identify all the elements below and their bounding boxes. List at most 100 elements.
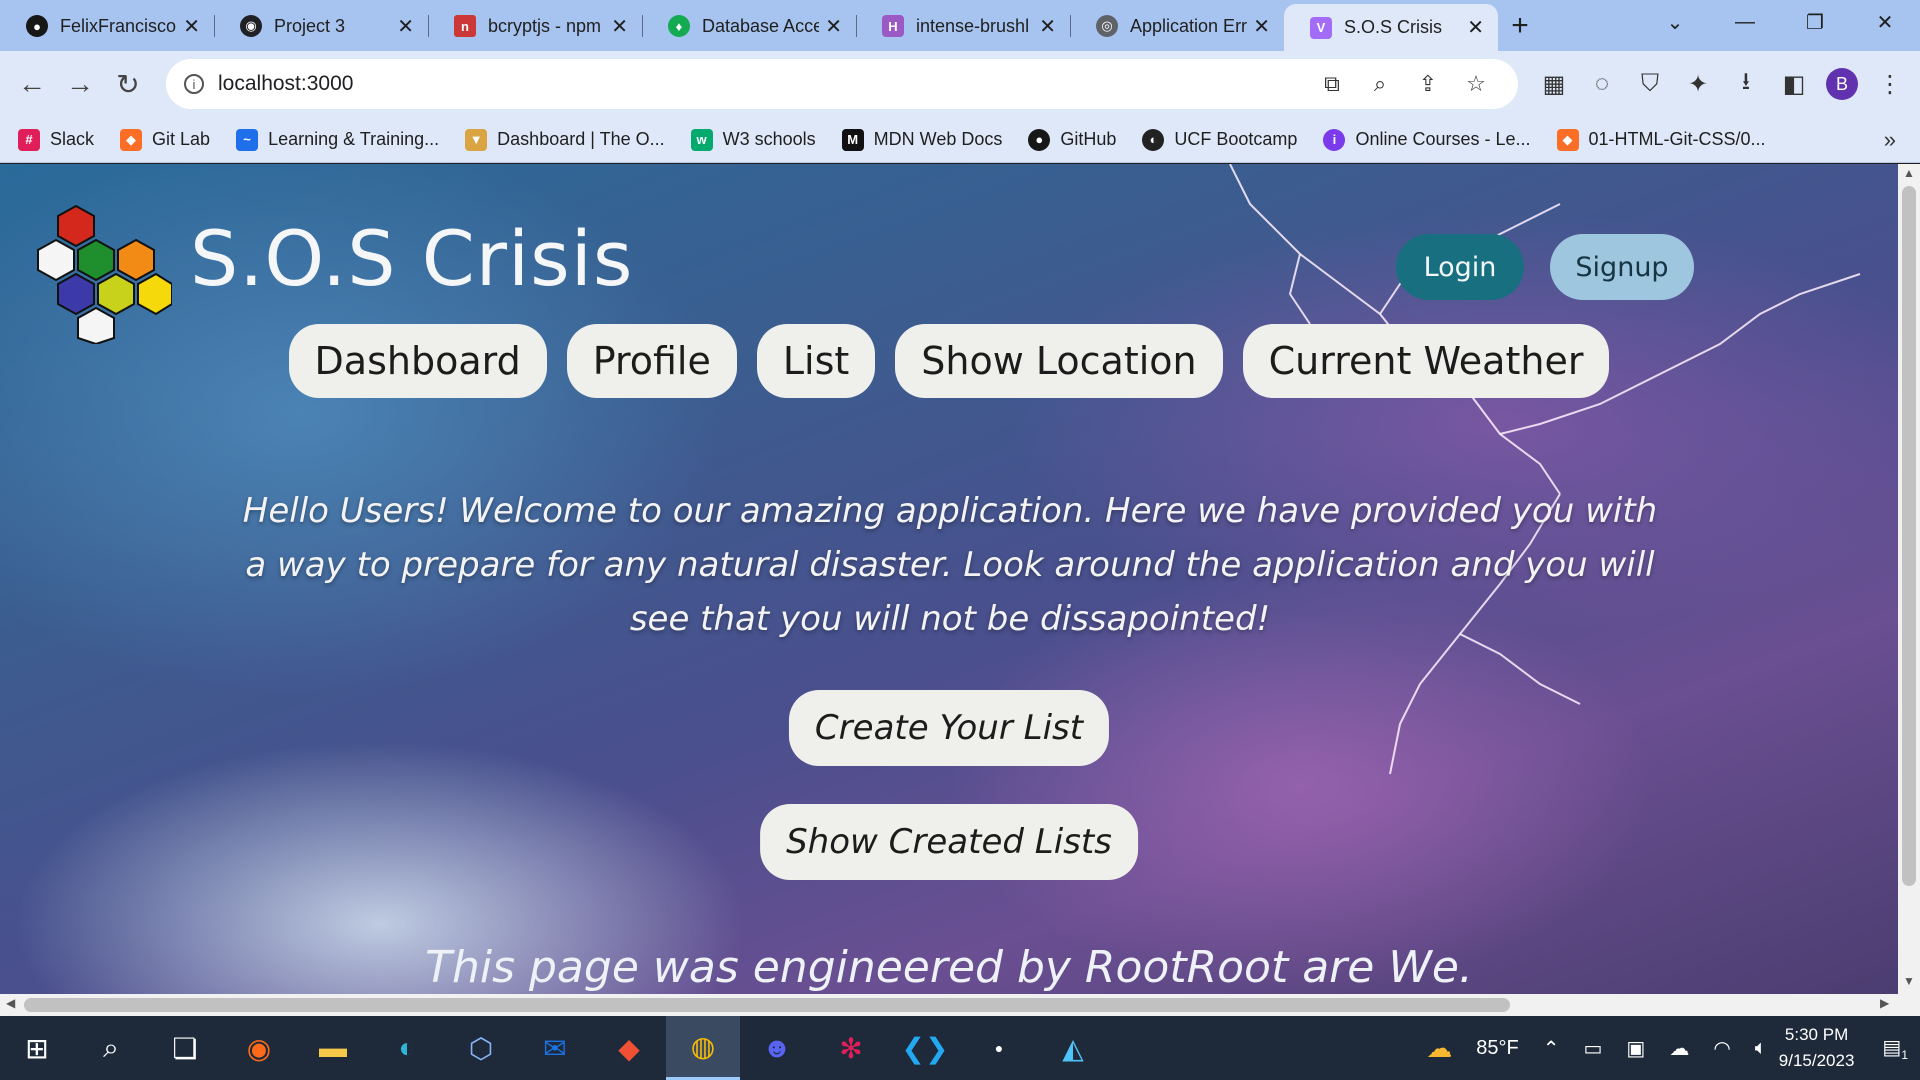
- nav-profile[interactable]: Profile: [566, 324, 737, 398]
- restore-button[interactable]: ❐: [1780, 0, 1850, 44]
- minimize-button[interactable]: —: [1710, 0, 1780, 44]
- tab-bcryptjs[interactable]: n bcryptjs - npm ✕: [428, 5, 642, 47]
- share-icon[interactable]: ⇪: [1404, 71, 1452, 97]
- virtualbox-icon[interactable]: ⬡: [444, 1016, 518, 1080]
- scroll-up-icon[interactable]: ▲: [1898, 166, 1920, 180]
- wifi-icon[interactable]: ◠: [1713, 1036, 1730, 1061]
- paint-icon[interactable]: ◭: [1036, 1016, 1110, 1080]
- bookmark-star-icon[interactable]: ☆: [1452, 71, 1500, 97]
- close-icon[interactable]: ✕: [183, 14, 200, 39]
- git-icon[interactable]: ◆: [592, 1016, 666, 1080]
- tab-title: Project 3: [274, 15, 346, 36]
- task-view-icon[interactable]: ❏: [148, 1016, 222, 1080]
- bookmark-github[interactable]: ● GitHub: [1028, 128, 1116, 151]
- bookmark-label: W3 schools: [722, 129, 816, 149]
- chrome-icon[interactable]: ◍: [666, 1016, 740, 1080]
- nav-current-weather[interactable]: Current Weather: [1242, 324, 1610, 398]
- start-icon[interactable]: ⊞: [0, 1016, 74, 1080]
- site-info-icon[interactable]: i: [184, 74, 204, 94]
- new-tab-button[interactable]: +: [1498, 5, 1542, 47]
- tab-database-access[interactable]: ♦ Database Acce ✕: [642, 5, 856, 47]
- nav-list[interactable]: List: [756, 324, 876, 398]
- reload-button[interactable]: ↻: [104, 68, 152, 101]
- close-icon[interactable]: ✕: [1253, 14, 1270, 39]
- close-icon[interactable]: ✕: [1039, 14, 1056, 39]
- weather-icon[interactable]: ☁: [1426, 1033, 1452, 1064]
- close-icon[interactable]: ✕: [825, 14, 842, 39]
- discord-icon[interactable]: ☻: [740, 1016, 814, 1080]
- volume-icon[interactable]: 🔈︎: [1755, 1037, 1767, 1060]
- zoom-icon[interactable]: ⌕: [1356, 71, 1404, 97]
- device-icon[interactable]: ▣: [1626, 1036, 1645, 1061]
- downloads-icon[interactable]: ⭳: [1722, 64, 1770, 105]
- file-explorer-icon[interactable]: ▬: [296, 1016, 370, 1080]
- extensions-puzzle-icon[interactable]: ✦: [1674, 70, 1722, 99]
- close-icon[interactable]: ✕: [397, 14, 414, 39]
- clock[interactable]: 5:30 PM 9/15/2023: [1779, 1022, 1855, 1074]
- address-bar[interactable]: i localhost:3000 ⧉ ⌕ ⇪ ☆: [166, 59, 1518, 109]
- tab-application-error[interactable]: ◎ Application Err ✕: [1070, 5, 1284, 47]
- signup-button[interactable]: Signup: [1550, 234, 1694, 300]
- bookmark-ucf[interactable]: ◐ UCF Bootcamp: [1142, 128, 1297, 151]
- open-in-app-icon[interactable]: ⧉: [1308, 71, 1356, 97]
- tab-search-icon[interactable]: ⌄: [1640, 0, 1710, 44]
- tab-strip: ● FelixFrancisco1 ✕ ◉ Project 3 ✕ n bcry…: [0, 0, 1920, 51]
- close-icon[interactable]: ✕: [611, 14, 628, 39]
- system-tray: ☁ 85°F ⌃ ▭ ▣ ☁ ◠ 🔈︎ 5:30 PM 9/15/2023 ▤1: [1414, 1016, 1920, 1080]
- scroll-down-icon[interactable]: ▼: [1898, 974, 1920, 988]
- bookmark-label: 01-HTML-Git-CSS/0...: [1588, 129, 1766, 149]
- nav-dashboard[interactable]: Dashboard: [288, 324, 547, 398]
- extension-calendar-icon[interactable]: ▦: [1530, 70, 1578, 99]
- vertical-scroll-thumb[interactable]: [1902, 186, 1916, 886]
- bookmark-mdn[interactable]: M MDN Web Docs: [841, 128, 1002, 151]
- tab-sos-crisis[interactable]: V S.O.S Crisis ✕: [1284, 4, 1498, 51]
- tab-heroku[interactable]: H intense-brushl ✕: [856, 5, 1070, 47]
- dot-icon[interactable]: ●: [962, 1016, 1036, 1080]
- scroll-left-icon[interactable]: ◀: [6, 996, 15, 1010]
- bookmark-gitlab[interactable]: ◆ Git Lab: [120, 128, 210, 151]
- scroll-right-icon[interactable]: ▶: [1880, 996, 1889, 1010]
- show-lists-button[interactable]: Show Created Lists: [760, 804, 1138, 880]
- more-bookmarks-icon[interactable]: »: [1884, 127, 1896, 153]
- menu-kebab-icon[interactable]: ⋮: [1866, 70, 1914, 99]
- edge-icon[interactable]: ◐: [370, 1016, 444, 1080]
- bookmark-slack[interactable]: # Slack: [18, 128, 94, 151]
- show-hidden-icons[interactable]: ⌃: [1543, 1036, 1560, 1061]
- site-title[interactable]: S.O.S Crisis: [190, 214, 633, 303]
- tab-project-3[interactable]: ◉ Project 3 ✕: [214, 5, 428, 47]
- back-button[interactable]: ←: [8, 68, 56, 100]
- bookmark-learning[interactable]: ~ Learning & Training...: [236, 128, 440, 151]
- forward-button[interactable]: →: [56, 68, 104, 100]
- slack-icon[interactable]: ✻: [814, 1016, 888, 1080]
- login-button[interactable]: Login: [1396, 234, 1524, 300]
- clock-date: 9/15/2023: [1778, 1051, 1855, 1070]
- bookmark-dashboard[interactable]: ▼ Dashboard | The O...: [465, 128, 665, 151]
- search-icon[interactable]: ⌕: [74, 1016, 148, 1080]
- main-nav: Dashboard Profile List Show Location Cur…: [0, 324, 1898, 398]
- bookmark-label: Learning & Training...: [268, 129, 440, 149]
- url-text[interactable]: localhost:3000: [218, 72, 1308, 96]
- browser-icon[interactable]: ◉: [222, 1016, 296, 1080]
- side-panel-icon[interactable]: ◧: [1770, 70, 1818, 99]
- profile-avatar[interactable]: B: [1826, 68, 1858, 100]
- weather-temp[interactable]: 85°F: [1476, 1037, 1518, 1060]
- close-icon[interactable]: ✕: [1467, 15, 1484, 40]
- bookmark-online-courses[interactable]: i Online Courses - Le...: [1323, 128, 1531, 151]
- notification-icon[interactable]: ▤1: [1882, 1035, 1908, 1062]
- vscode-icon[interactable]: ❮❯: [888, 1016, 962, 1080]
- window-close-button[interactable]: ✕: [1850, 0, 1920, 44]
- battery-icon[interactable]: ▭: [1584, 1036, 1603, 1061]
- tab-github[interactable]: ● FelixFrancisco1 ✕: [0, 5, 214, 47]
- vertical-scrollbar[interactable]: ▲ ▼: [1898, 164, 1920, 1016]
- create-list-button[interactable]: Create Your List: [788, 690, 1110, 766]
- horizontal-scrollbar[interactable]: ◀ ▶: [0, 994, 1898, 1016]
- bookmark-w3schools[interactable]: w W3 schools: [690, 128, 816, 151]
- extension-shield-icon[interactable]: ⛉: [1626, 70, 1674, 98]
- extension-cup-icon[interactable]: ◌: [1578, 70, 1626, 98]
- outlook-icon[interactable]: ✉: [518, 1016, 592, 1080]
- onedrive-icon[interactable]: ☁: [1669, 1036, 1689, 1061]
- nav-show-location[interactable]: Show Location: [895, 324, 1223, 398]
- bookmark-html-git-css[interactable]: ◆ 01-HTML-Git-CSS/0...: [1556, 128, 1766, 151]
- bookmark-label: Dashboard | The O...: [497, 129, 665, 149]
- horizontal-scroll-thumb[interactable]: [24, 998, 1510, 1012]
